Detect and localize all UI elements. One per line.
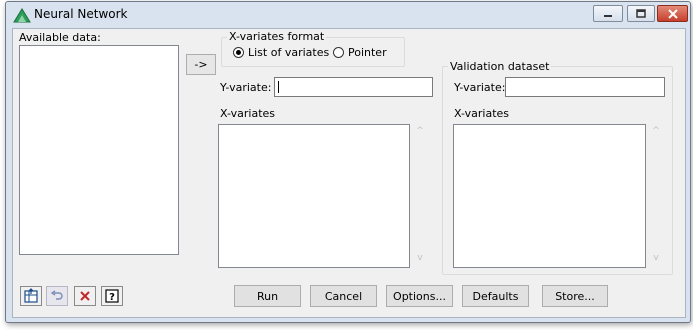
dialog-body: Available data: -> X-variates format Lis… — [12, 28, 686, 318]
y-variate-input[interactable] — [274, 77, 433, 97]
add-to-list-button[interactable]: -> — [186, 54, 216, 75]
help-icon: ? — [105, 289, 119, 303]
list-of-variates-radio[interactable] — [233, 47, 244, 58]
cancel-button[interactable]: Cancel — [310, 285, 377, 307]
text-cursor — [278, 81, 279, 93]
undo-button[interactable] — [46, 286, 68, 306]
clear-x-icon — [80, 291, 90, 301]
validation-y-variate-label: Y-variate: — [454, 81, 506, 94]
available-data-label: Available data: — [19, 31, 101, 44]
help-button[interactable]: ? — [101, 286, 123, 306]
run-button[interactable]: Run — [234, 285, 301, 307]
store-button[interactable]: Store... — [542, 285, 608, 307]
svg-text:?: ? — [109, 292, 115, 303]
validation-scroll-down-icon[interactable]: v — [649, 253, 663, 263]
defaults-button[interactable]: Defaults — [462, 285, 529, 307]
options-button[interactable]: Options... — [386, 285, 453, 307]
spreadsheet-button[interactable] — [20, 286, 42, 306]
validation-y-variate-input[interactable] — [505, 77, 665, 97]
window-title: Neural Network — [34, 7, 128, 21]
pointer-label[interactable]: Pointer — [348, 46, 387, 59]
pointer-radio[interactable] — [333, 47, 344, 58]
clear-button[interactable] — [74, 286, 96, 306]
x-variates-label: X-variates — [220, 107, 276, 120]
x-variates-scroll-down-icon[interactable]: v — [413, 253, 427, 263]
x-variates-scroll-up-icon[interactable]: ^ — [413, 126, 427, 136]
x-variates-format-legend: X-variates format — [227, 30, 327, 43]
close-icon — [667, 8, 678, 19]
x-variates-list[interactable] — [218, 124, 410, 268]
spreadsheet-icon — [24, 288, 38, 303]
validation-x-variates-label: X-variates — [454, 107, 510, 120]
title-bar[interactable]: Neural Network — [6, 2, 690, 28]
maximize-icon — [636, 8, 646, 18]
validation-dataset-legend: Validation dataset — [448, 60, 552, 73]
minimize-button[interactable] — [593, 5, 623, 22]
neural-network-app-icon — [13, 8, 31, 23]
minimize-icon — [604, 14, 612, 17]
list-of-variates-label[interactable]: List of variates — [248, 46, 329, 59]
undo-icon — [50, 290, 63, 300]
close-button[interactable] — [657, 5, 688, 22]
y-variate-label: Y-variate: — [220, 81, 272, 94]
validation-scroll-up-icon[interactable]: ^ — [649, 126, 663, 136]
validation-x-variates-list[interactable] — [453, 124, 646, 268]
available-data-list[interactable] — [19, 45, 179, 255]
dialog-window: Neural Network Available data: -> X-vari… — [5, 1, 691, 323]
maximize-button[interactable] — [627, 5, 655, 22]
